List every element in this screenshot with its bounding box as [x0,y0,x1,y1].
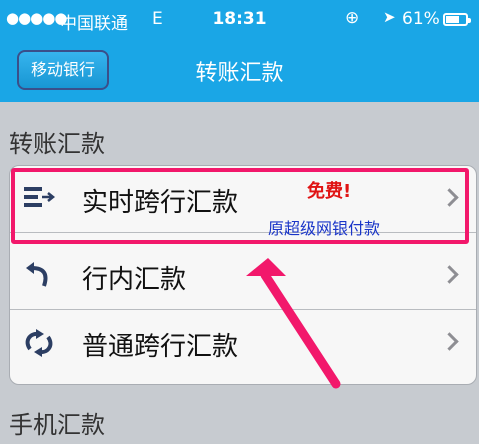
return-arrow-icon [26,262,48,287]
nav-bar: 移动银行 转账汇款 [0,40,479,102]
battery-percent: 61% [402,9,440,29]
chevron-right-icon [440,332,459,351]
location-icon: ➤ [383,8,396,26]
list-item-label: 普通跨行汇款 [82,332,239,362]
refresh-arrows-icon [25,329,53,357]
list-item-label: 行内汇款 [82,265,187,295]
annotation-formerly: 原超级网银付款 [268,219,381,238]
status-bar: ●●●●● 中国联通 E 18:31 ⊕ ➤ 61% [0,0,479,40]
list-item-standard-interbank[interactable]: 普通跨行汇款 [10,310,476,384]
list-item-intrabank[interactable]: 行内汇款 [10,243,476,310]
highlight-box [11,168,469,244]
section-header-mobile: 手机汇款 [9,411,105,439]
page-title: 转账汇款 [195,61,284,86]
section-header-transfer: 转账汇款 [9,130,105,158]
rotation-lock-icon: ⊕ [345,8,360,28]
battery-icon [443,13,471,26]
annotation-free: 免费! [307,181,352,202]
chevron-right-icon [440,265,459,284]
